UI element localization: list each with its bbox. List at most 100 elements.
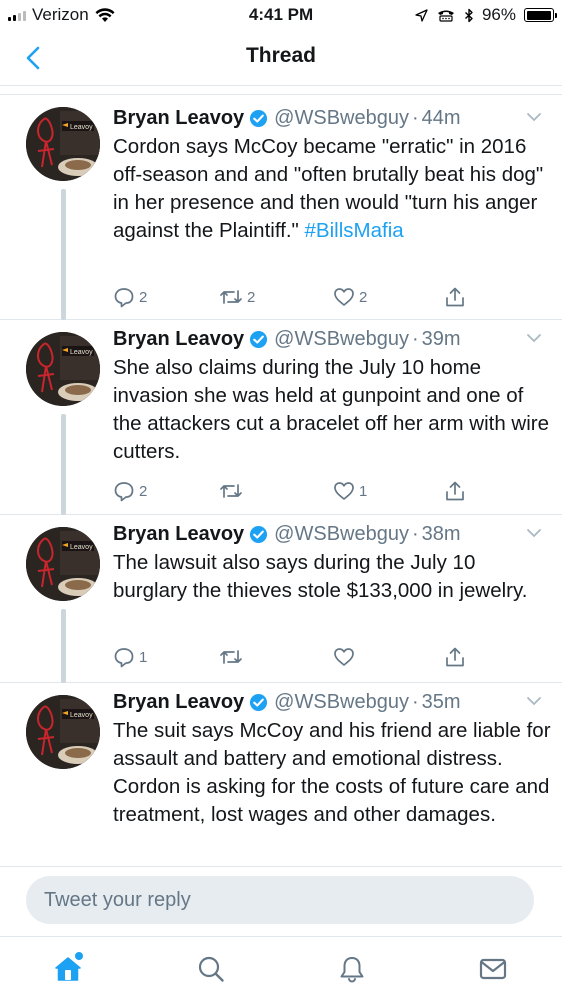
- author-handle[interactable]: @WSBwebguy: [274, 328, 409, 351]
- avatar[interactable]: Leavoy: [26, 695, 100, 769]
- battery-fill: [526, 10, 551, 20]
- tab-bar: [0, 936, 562, 1000]
- share-button[interactable]: [444, 286, 466, 308]
- notification-dot: [75, 952, 83, 960]
- retweet-count: 2: [247, 288, 256, 306]
- author-handle[interactable]: @WSBwebguy: [274, 523, 409, 546]
- battery-icon: [524, 8, 557, 22]
- bluetooth-icon: [464, 8, 473, 22]
- reply-composer: [0, 866, 562, 932]
- author-name[interactable]: Bryan Leavoy: [113, 107, 244, 130]
- avatar-image: Leavoy: [26, 107, 100, 181]
- retweet-button[interactable]: 2: [219, 286, 255, 308]
- tweet[interactable]: Leavoy Bryan Leavoy @WSBwebguy · 44m Cor…: [0, 95, 562, 320]
- avatar-label: Leavoy: [70, 544, 93, 551]
- tweet-menu-caret-icon[interactable]: [526, 693, 542, 711]
- mail-icon: [479, 958, 507, 980]
- author-handle[interactable]: @WSBwebguy: [274, 691, 409, 714]
- status-bar: Verizon 4:41 PM 96%: [0, 0, 562, 32]
- reply-count: 2: [139, 482, 148, 500]
- share-button[interactable]: [444, 646, 466, 668]
- author-name[interactable]: Bryan Leavoy: [113, 691, 244, 714]
- separator-dot: ·: [411, 522, 419, 545]
- verified-badge-icon: [249, 525, 268, 544]
- tweet-header: Bryan Leavoy @WSBwebguy · 44m: [113, 105, 553, 131]
- navigation-bar: Thread: [0, 32, 562, 86]
- share-icon: [446, 287, 464, 307]
- avatar[interactable]: Leavoy: [26, 527, 100, 601]
- verified-badge-icon: [249, 330, 268, 349]
- retweet-icon: [220, 290, 242, 304]
- tweet-text-body: The lawsuit also says during the July 10…: [113, 551, 528, 602]
- retweet-button[interactable]: [219, 480, 247, 502]
- share-button[interactable]: [444, 480, 466, 502]
- heart-icon: [334, 648, 354, 666]
- hashtag-link[interactable]: #BillsMafia: [305, 219, 404, 242]
- tty-icon: [437, 10, 454, 22]
- tab-notifications[interactable]: [332, 949, 372, 989]
- like-button[interactable]: 1: [333, 480, 367, 502]
- reply-button[interactable]: 1: [113, 646, 147, 668]
- tweet-content: Bryan Leavoy @WSBwebguy · 39m She also c…: [113, 326, 553, 466]
- heart-icon: [334, 288, 354, 306]
- reply-button[interactable]: 2: [113, 286, 147, 308]
- like-button[interactable]: 2: [333, 286, 367, 308]
- avatar-image: Leavoy: [26, 527, 100, 601]
- like-count: 2: [359, 288, 368, 306]
- tweet-text: The suit says McCoy and his friend are l…: [113, 717, 553, 829]
- tweet-header: Bryan Leavoy @WSBwebguy · 39m: [113, 326, 553, 352]
- tweet-menu-caret-icon[interactable]: [526, 330, 542, 348]
- thread-connector-line: [61, 189, 66, 320]
- avatar-label: Leavoy: [70, 712, 93, 719]
- tweet[interactable]: Leavoy Bryan Leavoy @WSBwebguy · 38m The…: [0, 515, 562, 683]
- separator-dot: ·: [411, 106, 419, 129]
- tweet[interactable]: Leavoy Bryan Leavoy @WSBwebguy · 35m The…: [0, 683, 562, 862]
- tweet-text: Cordon says McCoy became "erratic" in 20…: [113, 133, 553, 245]
- avatar-image: Leavoy: [26, 695, 100, 769]
- tweet-timestamp: 39m: [421, 327, 461, 350]
- reply-button[interactable]: 2: [113, 480, 147, 502]
- reply-count: 1: [139, 648, 148, 666]
- avatar[interactable]: Leavoy: [26, 332, 100, 406]
- author-handle[interactable]: @WSBwebguy: [274, 107, 409, 130]
- tweet-text-body: She also claims during the July 10 home …: [113, 356, 555, 463]
- tweet-timestamp: 38m: [421, 522, 461, 545]
- search-icon: [198, 956, 224, 982]
- reply-input[interactable]: [26, 876, 534, 924]
- tweet-text-body: The suit says McCoy and his friend are l…: [113, 719, 557, 826]
- separator-dot: ·: [411, 690, 419, 713]
- avatar-label: Leavoy: [70, 124, 93, 131]
- thread-connector-line: [61, 609, 66, 683]
- like-button[interactable]: [333, 646, 359, 668]
- tab-home[interactable]: [48, 949, 88, 989]
- tweet-timestamp: 44m: [421, 106, 461, 129]
- avatar[interactable]: Leavoy: [26, 107, 100, 181]
- separator-dot: ·: [411, 327, 419, 350]
- tweet-content: Bryan Leavoy @WSBwebguy · 35m The suit s…: [113, 689, 553, 829]
- tweet-timestamp: 35m: [421, 690, 461, 713]
- author-name[interactable]: Bryan Leavoy: [113, 328, 244, 351]
- tweet-menu-caret-icon[interactable]: [526, 109, 542, 127]
- author-name[interactable]: Bryan Leavoy: [113, 523, 244, 546]
- tweet-content: Bryan Leavoy @WSBwebguy · 38m The lawsui…: [113, 521, 553, 605]
- verified-badge-icon: [249, 693, 268, 712]
- status-indicators: 96%: [415, 5, 557, 25]
- tweet-actions: 2 1: [113, 480, 483, 506]
- tweet-menu-caret-icon[interactable]: [526, 525, 542, 543]
- retweet-icon: [220, 650, 242, 664]
- tweet-thread[interactable]: Leavoy Bryan Leavoy @WSBwebguy · 44m Cor…: [0, 94, 562, 862]
- tweet-text: She also claims during the July 10 home …: [113, 354, 553, 466]
- tab-search[interactable]: [191, 949, 231, 989]
- tweet-actions: 2 2 2: [113, 286, 483, 312]
- tweet[interactable]: Leavoy Bryan Leavoy @WSBwebguy · 39m She…: [0, 320, 562, 515]
- retweet-button[interactable]: [219, 646, 247, 668]
- location-arrow-icon: [415, 8, 428, 22]
- thread-connector-line: [61, 414, 66, 515]
- tab-messages[interactable]: [473, 949, 513, 989]
- bell-icon: [340, 957, 364, 983]
- tweet-content: Bryan Leavoy @WSBwebguy · 44m Cordon say…: [113, 105, 553, 245]
- tweet-actions: 1: [113, 646, 483, 672]
- battery-percentage: 96%: [481, 5, 516, 24]
- reply-icon: [114, 288, 134, 308]
- verified-badge-icon: [249, 109, 268, 128]
